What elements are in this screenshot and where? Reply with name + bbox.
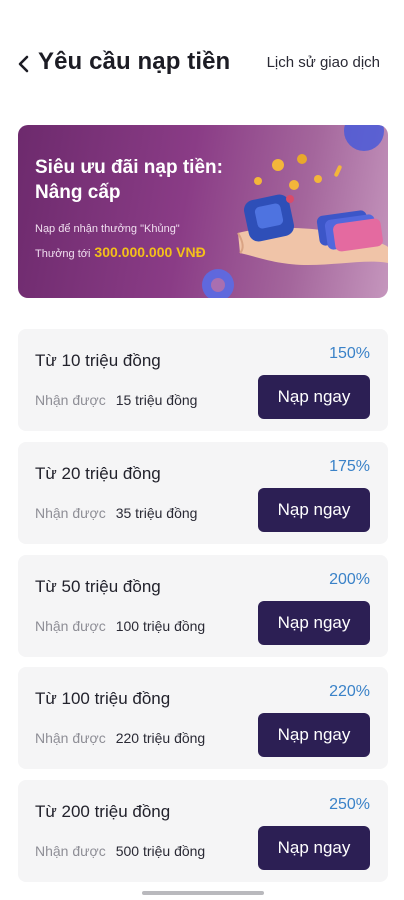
offer-percent: 220%: [329, 683, 370, 700]
offer-receive: Nhận được 15 triệu đồng: [35, 392, 197, 408]
offer-receive-value: 15 triệu đồng: [115, 392, 198, 408]
offer-percent: 150%: [329, 345, 370, 362]
offer-card: Từ 50 triệu đồng 200% Nhận được 100 triệu…: [18, 555, 388, 657]
banner-reward: Thưởng tới 300.000.000 VNĐ: [35, 244, 206, 260]
top-bar: Yêu cầu nạp tiền Lịch sử giao dịch: [0, 40, 404, 88]
offer-card: Từ 100 triệu đồng 220% Nhận được 220 triệ…: [18, 667, 388, 769]
offer-receive-label: Nhận được: [35, 392, 106, 408]
banner-subtitle: Nạp để nhận thưởng "Khủng": [35, 223, 180, 235]
offer-card: Từ 200 triệu đồng 250% Nhận được 500 triệ…: [18, 780, 388, 882]
deposit-now-button[interactable]: Nạp ngay: [258, 488, 370, 532]
offer-receive: Nhận được 220 triệu đồng: [35, 730, 205, 746]
offer-receive-value: 35 triệu đồng: [115, 505, 198, 521]
offer-title: Từ 20 triệu đồng: [35, 464, 161, 483]
offer-percent: 175%: [329, 458, 370, 475]
offer-receive-label: Nhận được: [35, 505, 106, 521]
deposit-now-button[interactable]: Nạp ngay: [258, 375, 370, 419]
offer-percent: 250%: [329, 796, 370, 813]
offer-percent: 200%: [329, 571, 370, 588]
hand-wallet-coins-illustration: [202, 125, 388, 298]
offer-title: Từ 10 triệu đồng: [35, 351, 161, 370]
banner-reward-amount: 300.000.000 VNĐ: [94, 244, 206, 260]
back-button[interactable]: [14, 52, 34, 76]
offer-receive-value: 100 triệu đồng: [115, 618, 206, 634]
offer-title: Từ 100 triệu đồng: [35, 689, 171, 708]
offer-receive: Nhận được 35 triệu đồng: [35, 505, 197, 521]
offer-receive-label: Nhận được: [35, 730, 106, 746]
home-indicator[interactable]: [142, 891, 264, 895]
offer-title: Từ 50 triệu đồng: [35, 577, 161, 596]
transaction-history-link[interactable]: Lịch sử giao dịch: [267, 54, 380, 71]
deposit-now-button[interactable]: Nạp ngay: [258, 601, 370, 645]
offer-card: Từ 10 triệu đồng 150% Nhận được 15 triệu …: [18, 329, 388, 431]
offer-receive: Nhận được 100 triệu đồng: [35, 618, 205, 634]
offer-receive: Nhận được 500 triệu đồng: [35, 843, 205, 859]
offer-receive-label: Nhận được: [35, 618, 106, 634]
offer-title: Từ 200 triệu đồng: [35, 802, 171, 821]
deposit-now-button[interactable]: Nạp ngay: [258, 713, 370, 757]
offer-receive-value: 220 triệu đồng: [115, 730, 206, 746]
promo-banner[interactable]: Siêu ưu đãi nạp tiền: Nâng cấp Nạp để nh…: [18, 125, 388, 298]
banner-reward-prefix: Thưởng tới: [35, 248, 91, 260]
offer-card: Từ 20 triệu đồng 175% Nhận được 35 triệu …: [18, 442, 388, 544]
offer-receive-value: 500 triệu đồng: [115, 843, 206, 859]
page-title: Yêu cầu nạp tiền: [38, 48, 231, 75]
chevron-left-icon: [18, 55, 29, 73]
deposit-now-button[interactable]: Nạp ngay: [258, 826, 370, 870]
offer-receive-label: Nhận được: [35, 843, 106, 859]
